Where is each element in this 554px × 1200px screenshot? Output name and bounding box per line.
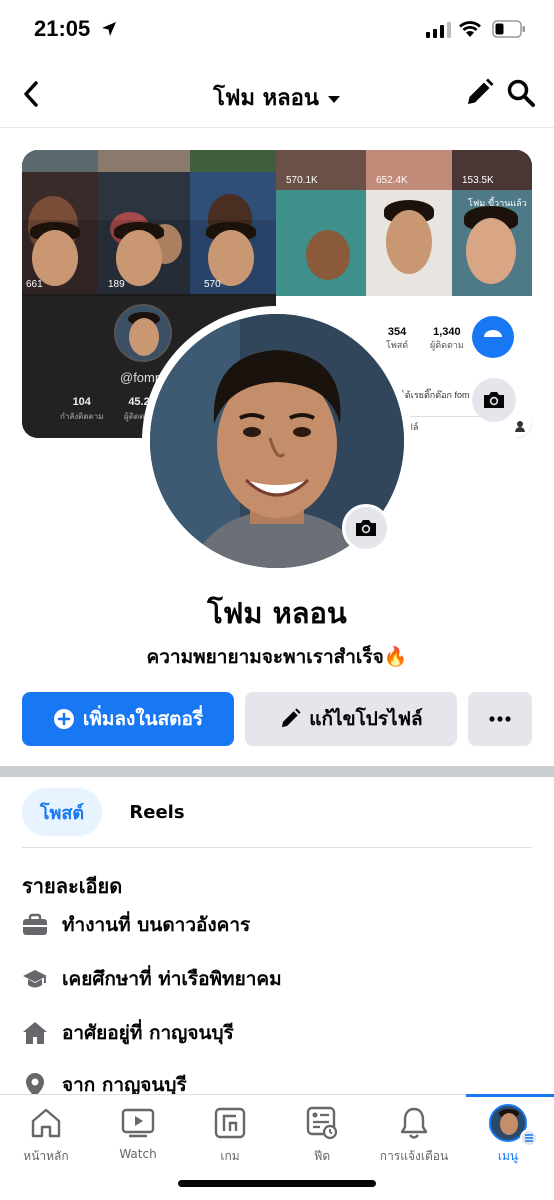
cover-thumb — [190, 150, 276, 172]
location-arrow-icon — [102, 22, 116, 36]
camera-icon — [484, 392, 504, 408]
pencil-icon — [282, 708, 301, 728]
bottom-tab-watch[interactable]: Watch — [92, 1105, 184, 1161]
tiktok-following: 104 กำลังติดตาม — [60, 396, 104, 421]
section-divider — [0, 766, 554, 777]
battery-icon — [492, 20, 525, 38]
graduation-cap-icon — [22, 966, 48, 992]
tiktok-avatar — [114, 304, 172, 362]
home-indicator — [178, 1180, 376, 1187]
tab-reels[interactable]: Reels — [112, 788, 202, 836]
bottom-tab-notifications[interactable]: การแจ้งเตือน — [368, 1105, 460, 1166]
profile-bio: ความพยายามจะพาเราสำเร็จ🔥 — [146, 646, 408, 668]
detail-education: เคยศึกษาที่ ท่าเรือพิทยาคม — [22, 964, 282, 994]
status-bar: 21:05 — [0, 0, 554, 60]
cover-thumb — [98, 150, 190, 172]
watch-icon — [121, 1108, 155, 1138]
gaming-icon — [214, 1107, 246, 1139]
details-title: รายละเอียด — [22, 874, 123, 898]
edit-profile-label: แก้ไขโปรไฟล์ — [309, 708, 423, 730]
briefcase-icon — [22, 912, 48, 938]
bell-icon — [400, 1107, 428, 1139]
feeds-icon — [306, 1106, 338, 1140]
cover-thumb — [276, 190, 366, 296]
add-to-story-label: เพิ่มลงในสตอรี่ — [82, 708, 204, 730]
house-icon — [22, 1020, 48, 1046]
search-icon[interactable] — [506, 78, 536, 108]
view-count: 661 — [26, 279, 43, 290]
add-person-icon — [515, 421, 525, 432]
active-tab-indicator — [466, 1094, 554, 1097]
status-time: 21:05 — [34, 16, 91, 41]
avatar-camera-button[interactable] — [342, 504, 390, 552]
camera-icon — [356, 520, 376, 536]
detail-education-text: เคยศึกษาที่ ท่าเรือพิทยาคม — [62, 968, 282, 990]
view-count: 189 — [108, 279, 125, 290]
detail-work: ทำงานที่ บนดาวอังคาร — [22, 910, 250, 940]
bottom-tab-home[interactable]: หน้าหลัก — [0, 1105, 92, 1166]
cover-thumb: 153.5K — [452, 150, 532, 190]
caret-down-icon — [327, 96, 340, 103]
pencil-icon[interactable] — [464, 78, 494, 108]
wifi-icon — [459, 21, 481, 37]
cover-thumb: 652.4K — [366, 150, 452, 190]
home-icon — [31, 1108, 61, 1138]
more-options-button[interactable] — [468, 692, 532, 746]
plus-circle-icon — [53, 709, 74, 729]
cover-camera-button[interactable] — [472, 378, 516, 422]
view-count: 652.4K — [376, 175, 408, 186]
view-count: 153.5K — [462, 175, 494, 186]
ig-followers: 1,340 ผู้ติดตาม — [430, 326, 464, 350]
view-count: 570.1K — [286, 175, 318, 186]
detail-lives: อาศัยอยู่ที่ กาญจนบุรี — [22, 1018, 234, 1048]
view-count: 570 — [204, 279, 221, 290]
cellular-signal-icon — [426, 22, 451, 38]
nav-bar: โฟม หลอน — [0, 62, 554, 128]
detail-work-text: ทำงานที่ บนดาวอังคาร — [62, 914, 251, 936]
edit-profile-button[interactable]: แก้ไขโปรไฟล์ — [245, 692, 457, 746]
tab-posts[interactable]: โพสต์ — [22, 788, 102, 836]
ig-posts: 354 โพสต์ — [386, 326, 409, 350]
cover-thumb: 570.1K — [276, 150, 366, 190]
nav-title-text: โฟม หลอน — [213, 86, 319, 111]
add-to-story-button[interactable]: เพิ่มลงในสตอรี่ — [22, 692, 234, 746]
messenger-bubble-icon — [472, 316, 514, 358]
ig-bio: ั้งได้เรยติ๊กต๊อก fom — [396, 390, 470, 400]
bottom-tab-feeds[interactable]: ฟีด — [276, 1105, 368, 1166]
cover-thumb: 661 189 570 — [22, 220, 276, 294]
cover-thumb — [22, 150, 98, 172]
cover-thumb: โฟม ขี้วานแล้ว — [452, 190, 532, 296]
cover-thumb — [366, 190, 452, 296]
more-dots-icon — [489, 716, 511, 722]
detail-lives-text: อาศัยอยู่ที่ กาญจนบุรี — [62, 1022, 234, 1044]
profile-name: โฟม หลอน — [207, 596, 347, 630]
bottom-tab-menu[interactable]: เมนู — [462, 1104, 554, 1166]
menu-hamburger-icon — [520, 1129, 538, 1147]
bottom-tab-gaming[interactable]: เกม — [184, 1105, 276, 1166]
tabs-divider — [22, 847, 532, 848]
